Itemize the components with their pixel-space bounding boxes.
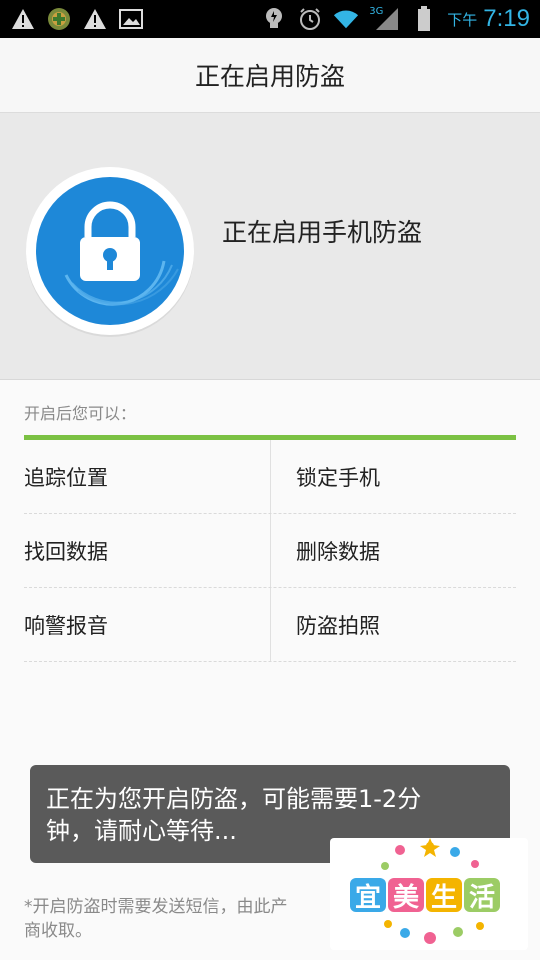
feature-row: 追踪位置 锁定手机 (24, 440, 516, 514)
hero-status-text: 正在启用手机防盗 (222, 218, 423, 247)
game-app-icon (46, 6, 72, 32)
feature-lock-phone: 锁定手机 (270, 440, 516, 513)
image-icon (118, 6, 144, 32)
lock-badge-icon (24, 165, 196, 337)
feature-delete-data: 删除数据 (270, 514, 516, 587)
warning-icon (82, 6, 108, 32)
feature-recover-data: 找回数据 (24, 539, 108, 564)
warning-icon (10, 6, 36, 32)
watermark-char: 活 (464, 878, 500, 913)
feature-row: 响警报音 防盗拍照 (24, 588, 516, 662)
bulb-icon (261, 6, 287, 32)
features-grid: 追踪位置 锁定手机 找回数据 删除数据 响警报音 防盗拍照 (24, 440, 516, 662)
battery-icon (411, 6, 437, 32)
hero-panel: 正在启用手机防盗 (0, 113, 540, 380)
signal-3g-icon: 3G (369, 6, 401, 32)
status-bar: 3G 下午 7:19 (0, 0, 540, 38)
feature-track-location: 追踪位置 (24, 465, 108, 490)
watermark-char: 美 (388, 878, 424, 913)
network-type-label: 3G (369, 6, 384, 17)
time-period: 下午 (447, 10, 478, 29)
watermark-char: 宜 (350, 878, 386, 913)
feature-alarm-sound: 响警报音 (24, 613, 108, 638)
wifi-icon (333, 6, 359, 32)
watermark-text: 宜 美 生 活 (350, 878, 500, 913)
alarm-icon (297, 6, 323, 32)
title-bar: 正在启用防盗 (0, 38, 540, 113)
toast-line-1: 正在为您开启防盗，可能需要1-2分 (46, 785, 422, 813)
feature-anti-theft-photo: 防盗拍照 (270, 588, 516, 661)
page-title: 正在启用防盗 (194, 62, 345, 91)
clock-time: 7:19 (483, 5, 530, 32)
watermark-char: 生 (426, 878, 462, 913)
watermark-logo: 宜 美 生 活 (330, 838, 528, 950)
features-caption: 开启后您可以： (24, 404, 137, 423)
feature-row: 找回数据 删除数据 (24, 514, 516, 588)
